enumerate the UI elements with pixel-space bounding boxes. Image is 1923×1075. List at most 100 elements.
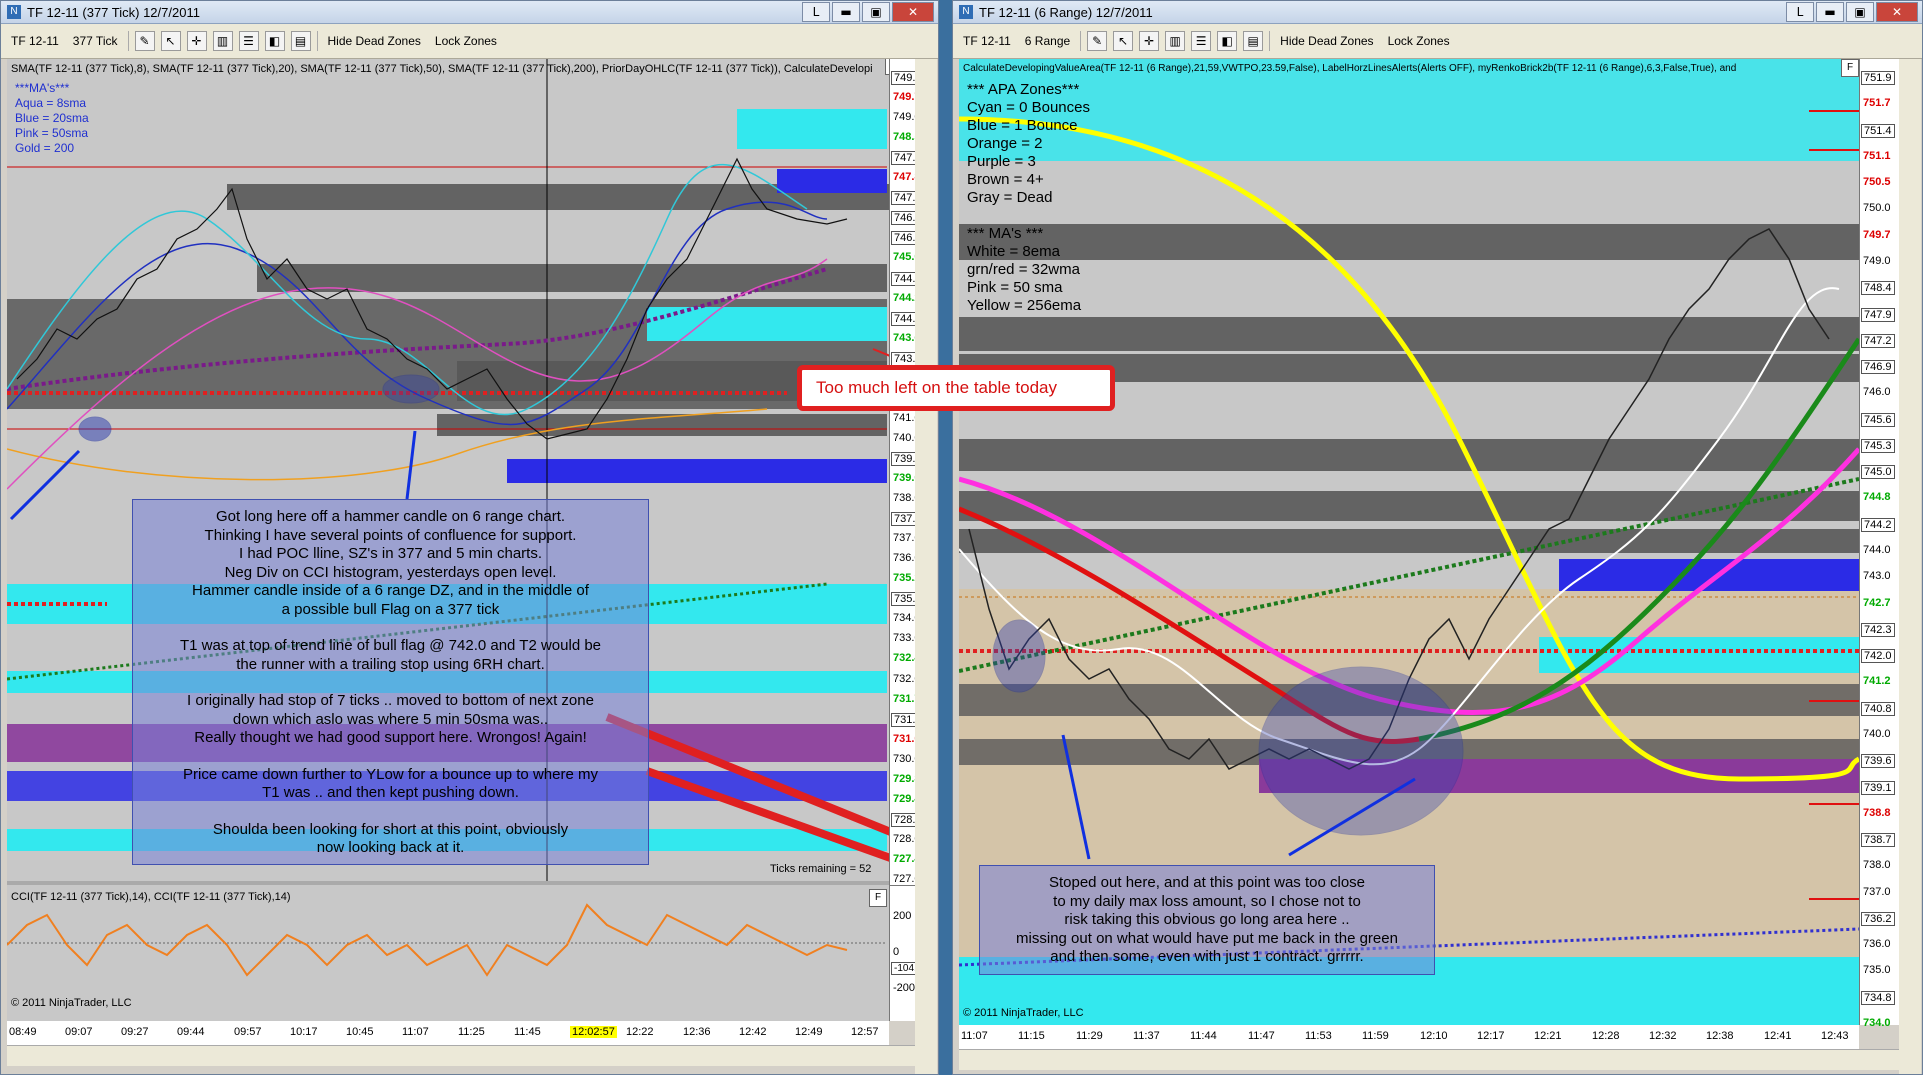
right-toolbar: TF 12-11 6 Range ✎ ↖ ✛ ▥ ☰ ◧ ▤ Hide Dead… — [953, 24, 1922, 59]
legend-line: *** MA's *** — [967, 225, 1044, 242]
time-axis-label: 12:28 — [1592, 1030, 1620, 1042]
right-chart-window: N TF 12-11 (6 Range) 12/7/2011 L ▬ ▣ ✕ T… — [952, 0, 1923, 1075]
data-box-icon[interactable]: ▤ — [290, 31, 311, 51]
instrument-selector[interactable]: TF 12-11 — [959, 32, 1015, 50]
price-axis-label: 749.7 — [1863, 229, 1891, 241]
time-axis-label: 11:37 — [1133, 1030, 1160, 1042]
close-button[interactable]: ✕ — [892, 2, 934, 22]
cci-label: 0 — [893, 946, 900, 958]
note-line — [139, 748, 642, 766]
close-button[interactable]: ✕ — [1876, 2, 1918, 22]
cursor-icon[interactable]: ↖ — [1113, 31, 1134, 51]
link-button[interactable]: L — [802, 2, 830, 22]
pencil-icon[interactable]: ✎ — [134, 31, 155, 51]
time-axis-label: 11:15 — [1018, 1030, 1045, 1042]
time-label-text: 12:32 — [1649, 1030, 1677, 1042]
price-axis-label: 744.8 — [1863, 491, 1891, 503]
properties-icon[interactable]: ☰ — [1191, 31, 1212, 51]
note-line: Neg Div on CCI histogram, yesterdays ope… — [224, 563, 557, 581]
time-axis-label: 11:47 — [1248, 1030, 1275, 1042]
hide-dead-zones-button[interactable]: Hide Dead Zones — [324, 32, 425, 50]
left-horizontal-scroll[interactable] — [7, 1045, 915, 1066]
price-axis-label: 740.8 — [1861, 702, 1895, 716]
left-price-panel[interactable]: SMA(TF 12-11 (377 Tick),8), SMA(TF 12-11… — [7, 59, 889, 1021]
time-axis-label: 12:38 — [1706, 1030, 1734, 1042]
time-axis-label: 09:44 — [177, 1026, 205, 1038]
price-axis-label: 745.6 — [1861, 413, 1895, 427]
price-axis-label: 747.2 — [1861, 334, 1895, 348]
legend-line: Pink = 50 sma — [967, 279, 1063, 296]
note-line: now looking back at it. — [316, 839, 465, 856]
time-axis-label: 09:57 — [234, 1026, 262, 1038]
bar-type-icon[interactable]: ▥ — [212, 31, 233, 51]
note-line: I had POC lline, SZ's in 377 and 5 min c… — [238, 545, 542, 562]
crosshair-icon[interactable]: ✛ — [1139, 31, 1160, 51]
time-label-text: 12:22 — [626, 1026, 654, 1038]
price-axis-label: 737.0 — [1863, 886, 1891, 898]
price-axis-label: 742.7 — [1863, 597, 1891, 609]
right-vertical-scroll[interactable] — [1899, 59, 1921, 1074]
time-label-text: 12:42 — [739, 1026, 767, 1038]
right-horizontal-scroll[interactable] — [959, 1049, 1899, 1070]
note-line: Price came down further to YLow for a bo… — [183, 765, 598, 783]
hide-dead-zones-button[interactable]: Hide Dead Zones — [1276, 32, 1377, 50]
too-much-left-callout: Too much left on the table today — [797, 365, 1115, 411]
link-button[interactable]: L — [1786, 2, 1814, 22]
time-label-text: 12:38 — [1706, 1030, 1734, 1042]
period-selector[interactable]: 377 Tick — [69, 32, 122, 50]
price-axis-label: 751.4 — [1861, 124, 1895, 138]
pencil-icon[interactable]: ✎ — [1087, 31, 1108, 51]
strategy-icon[interactable]: ◧ — [264, 31, 285, 51]
note-line: Really thought we had good support here.… — [194, 729, 587, 746]
minimize-button[interactable]: ▬ — [832, 2, 860, 22]
right-price-axis[interactable]: 751.9 751.7 751.4 751.1 750.5 750.0 749.7 749.0… — [1859, 59, 1900, 1029]
legend-line: Aqua = 8sma — [15, 96, 87, 110]
strategy-icon[interactable]: ◧ — [1217, 31, 1238, 51]
price-axis-label: 746.9 — [1861, 360, 1895, 374]
legend-line: White = 8ema — [967, 243, 1060, 260]
legend-line: Blue = 1 Bounce — [967, 117, 1078, 134]
price-axis-label: 734.8 — [1861, 991, 1895, 1005]
right-price-panel[interactable]: CalculateDevelopingValueArea(TF 12-11 (6… — [959, 59, 1859, 1025]
note-line: T1 was .. and then kept pushing down. — [262, 784, 519, 801]
cci-histogram — [7, 903, 887, 977]
time-label-text: 12:17 — [1477, 1030, 1505, 1042]
toolbar-divider — [316, 31, 318, 51]
lock-zones-button[interactable]: Lock Zones — [431, 32, 501, 50]
note-line: Thinking I have several points of conflu… — [204, 526, 577, 544]
maximize-button[interactable]: ▣ — [1846, 2, 1874, 22]
bar-type-icon[interactable]: ▥ — [1165, 31, 1186, 51]
left-titlebar[interactable]: N TF 12-11 (377 Tick) 12/7/2011 L ▬ ▣ ✕ — [1, 1, 938, 24]
maximize-button[interactable]: ▣ — [862, 2, 890, 22]
time-label-text: 09:44 — [177, 1026, 205, 1038]
price-axis-label: 750.0 — [1863, 202, 1891, 214]
minimize-button[interactable]: ▬ — [1816, 2, 1844, 22]
period-selector[interactable]: 6 Range — [1021, 32, 1074, 50]
app-icon: N — [959, 5, 973, 19]
price-axis-label: 736.2 — [1861, 912, 1895, 926]
time-axis-label: 08:49 — [9, 1026, 37, 1038]
time-axis-label: 10:17 — [290, 1026, 318, 1038]
lock-zones-button[interactable]: Lock Zones — [1384, 32, 1454, 50]
time-label-text: 11:15 — [1018, 1030, 1045, 1042]
time-label-text: 11:29 — [1076, 1030, 1103, 1042]
time-label-text: 08:49 — [9, 1026, 37, 1038]
cci-panel[interactable]: CCI(TF 12-11 (377 Tick),14), CCI(TF 12-1… — [7, 885, 889, 1021]
left-vertical-scroll[interactable] — [915, 59, 937, 1074]
crosshair-icon[interactable]: ✛ — [186, 31, 207, 51]
note-line: Got long here off a hammer candle on 6 r… — [215, 508, 566, 525]
time-axis-label: 11:44 — [1190, 1030, 1217, 1042]
cursor-icon[interactable]: ↖ — [160, 31, 181, 51]
legend-line: Pink = 50sma — [15, 126, 89, 140]
right-titlebar[interactable]: N TF 12-11 (6 Range) 12/7/2011 L ▬ ▣ ✕ — [953, 1, 1922, 24]
price-axis-label: 746.0 — [1863, 386, 1891, 398]
price-axis-label: 744.0 — [1863, 544, 1891, 556]
properties-icon[interactable]: ☰ — [238, 31, 259, 51]
instrument-selector[interactable]: TF 12-11 — [7, 32, 63, 50]
time-label-text: 09:57 — [234, 1026, 262, 1038]
time-axis-label: 12:57 — [851, 1026, 879, 1038]
time-label-text: 12:10 — [1420, 1030, 1448, 1042]
data-box-icon[interactable]: ▤ — [1243, 31, 1264, 51]
legend-line: Blue = 20sma — [15, 111, 89, 125]
panel-expand-button[interactable]: F — [1841, 59, 1859, 77]
